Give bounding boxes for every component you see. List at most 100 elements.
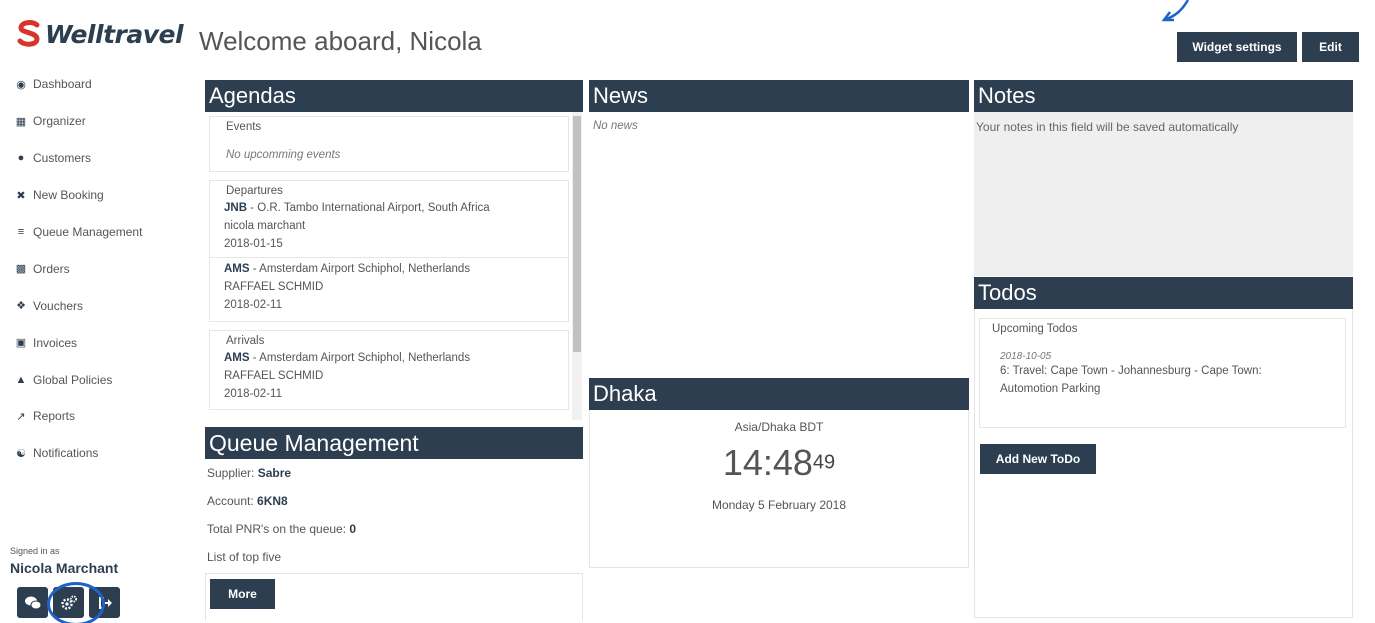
todos-title: Todos [974,277,1353,309]
departure-place: - Amsterdam Airport Schiphol, Netherland… [249,263,471,275]
todos-widget: Todos Upcoming Todos 2018-10-05 6: Trave… [974,277,1353,618]
clock-title: Dhaka [589,378,969,410]
news-empty-text: No news [593,120,638,132]
upcoming-todos-label: Upcoming Todos [992,323,1078,335]
departures-label: Departures [226,185,283,197]
agendas-scrollbar[interactable] [572,112,582,420]
plane-icon: ✖ [16,189,26,202]
sidebar-item-organizer[interactable]: ▦ Organizer [14,103,184,140]
sidebar: Welltravel ◉ Dashboard ▦ Organizer ● Custom… [0,0,190,623]
sidebar-item-global-policies[interactable]: ▲ Global Policies [14,361,184,398]
sidebar-item-label: Orders [33,261,70,276]
todo-item[interactable]: 2018-10-05 6: Travel: Cape Town - Johann… [980,335,1345,398]
clock-timezone: Asia/Dhaka BDT [734,420,824,434]
queue-management-widget: Queue Management Supplier: Sabre Account… [205,427,583,623]
account-line: Account: 6KN8 [205,489,583,517]
add-new-todo-button[interactable]: Add New ToDo [980,444,1096,474]
settings-button[interactable] [53,587,84,618]
briefcase-icon: ▩ [15,263,27,276]
widget-settings-button[interactable]: Widget settings [1177,32,1297,62]
chart-icon: ↗ [16,410,26,423]
welltravel-logo-icon [17,20,40,47]
signed-in-user-name: Nicola Marchant [10,560,119,576]
departure-date: 2018-02-11 [224,299,282,311]
logout-button[interactable] [89,587,120,618]
departure-item[interactable]: AMS - Amsterdam Airport Schiphol, Nether… [210,260,568,314]
sidebar-item-label: Vouchers [33,298,84,313]
notes-title: Notes [974,80,1353,112]
supplier-label: Supplier: [207,466,258,480]
more-button[interactable]: More [210,579,275,609]
sidebar-item-new-booking[interactable]: ✖ New Booking [14,177,184,214]
chat-icon [24,596,41,609]
money-icon: ▣ [15,337,27,350]
queue-management-title: Queue Management [205,427,583,459]
sidebar-nav: ◉ Dashboard ▦ Organizer ● Customers ✖ New Bo… [14,66,184,472]
sidebar-item-customers[interactable]: ● Customers [14,140,184,177]
departure-traveler: nicola marchant [224,220,306,232]
account-value: 6KN8 [257,494,288,508]
departure-place: - O.R. Tambo International Airport, Sout… [247,202,490,214]
sidebar-item-reports[interactable]: ↗ Reports [14,398,184,435]
sidebar-item-queue-management[interactable]: ≡ Queue Management [14,214,184,251]
upcoming-todos-section: Upcoming Todos 2018-10-05 6: Travel: Cap… [979,318,1346,428]
agendas-scroll-thumb[interactable] [573,116,581,352]
logout-icon [98,596,112,609]
pointer-arrow-icon [1161,0,1190,22]
events-empty-text: No upcomming events [226,149,341,161]
sidebar-item-label: Dashboard [33,77,92,92]
news-widget: News No news [589,80,969,378]
supplier-value: Sabre [257,466,292,480]
welltravel-logo[interactable]: Welltravel [16,16,184,52]
calendar-icon: ▦ [15,115,27,128]
events-section: Events No upcomming events [209,116,569,172]
sidebar-item-label: Customers [33,151,92,166]
sidebar-item-notifications[interactable]: ☯ Notifications [14,435,184,472]
page-title: Welcome aboard, Nicola [199,26,482,56]
sidebar-item-orders[interactable]: ▩ Orders [14,250,184,287]
sidebar-actions [17,587,120,618]
arrival-date: 2018-02-11 [224,388,282,400]
sidebar-item-label: Organizer [33,114,86,129]
sidebar-item-invoices[interactable]: ▣ Invoices [14,324,184,361]
sidebar-item-label: Invoices [33,335,78,350]
edit-button[interactable]: Edit [1302,32,1359,62]
sidebar-item-label: Notifications [33,446,99,461]
arrival-item[interactable]: AMS - Amsterdam Airport Schiphol, Nether… [210,347,568,403]
agendas-title: Agendas [205,80,583,112]
bell-icon: ☯ [16,447,26,460]
departure-traveler: RAFFAEL SCHMID [224,281,324,293]
gears-icon [60,595,77,610]
clock-display: 14:4849 [590,434,968,484]
departures-section: Departures JNB - O.R. Tambo Internationa… [209,180,569,322]
divider [210,257,568,258]
bars-icon: ≡ [17,226,25,238]
arrivals-label: Arrivals [226,335,265,347]
chat-button[interactable] [17,587,48,618]
top-five-list: More [205,573,583,621]
top-five-label: List of top five [207,550,282,564]
tag-icon: ❖ [16,300,26,313]
total-pnr-value: 0 [349,522,357,536]
dashboard-icon: ◉ [16,78,26,91]
clock-seconds: 49 [812,451,836,474]
agendas-widget: Agendas Events No upcomming events Depar… [205,80,583,422]
notes-textarea[interactable]: Your notes in this field will be saved a… [974,112,1353,276]
clock-widget: Dhaka Asia/Dhaka BDT 14:4849 Monday 5 Fe… [589,378,969,568]
notes-widget: Notes Your notes in this field will be s… [974,80,1353,276]
sidebar-item-dashboard[interactable]: ◉ Dashboard [14,66,184,103]
departure-code: AMS [224,263,250,275]
arrival-place: - Amsterdam Airport Schiphol, Netherland… [249,352,471,364]
clock-time: 14:48 [722,442,813,483]
sidebar-item-label: Reports [33,409,76,424]
news-title: News [589,80,969,112]
arrivals-section: Arrivals AMS - Amsterdam Airport Schipho… [209,330,569,410]
total-pnr-line: Total PNR's on the queue: 0 [205,517,583,545]
departure-code: JNB [224,202,248,214]
account-label: Account: [207,494,258,508]
sitemap-icon: ▲ [15,373,27,386]
sidebar-item-vouchers[interactable]: ❖ Vouchers [14,287,184,324]
departure-item[interactable]: JNB - O.R. Tambo International Airport, … [210,197,568,253]
sidebar-item-label: Global Policies [33,372,113,387]
total-pnr-label: Total PNR's on the queue: [207,522,350,536]
